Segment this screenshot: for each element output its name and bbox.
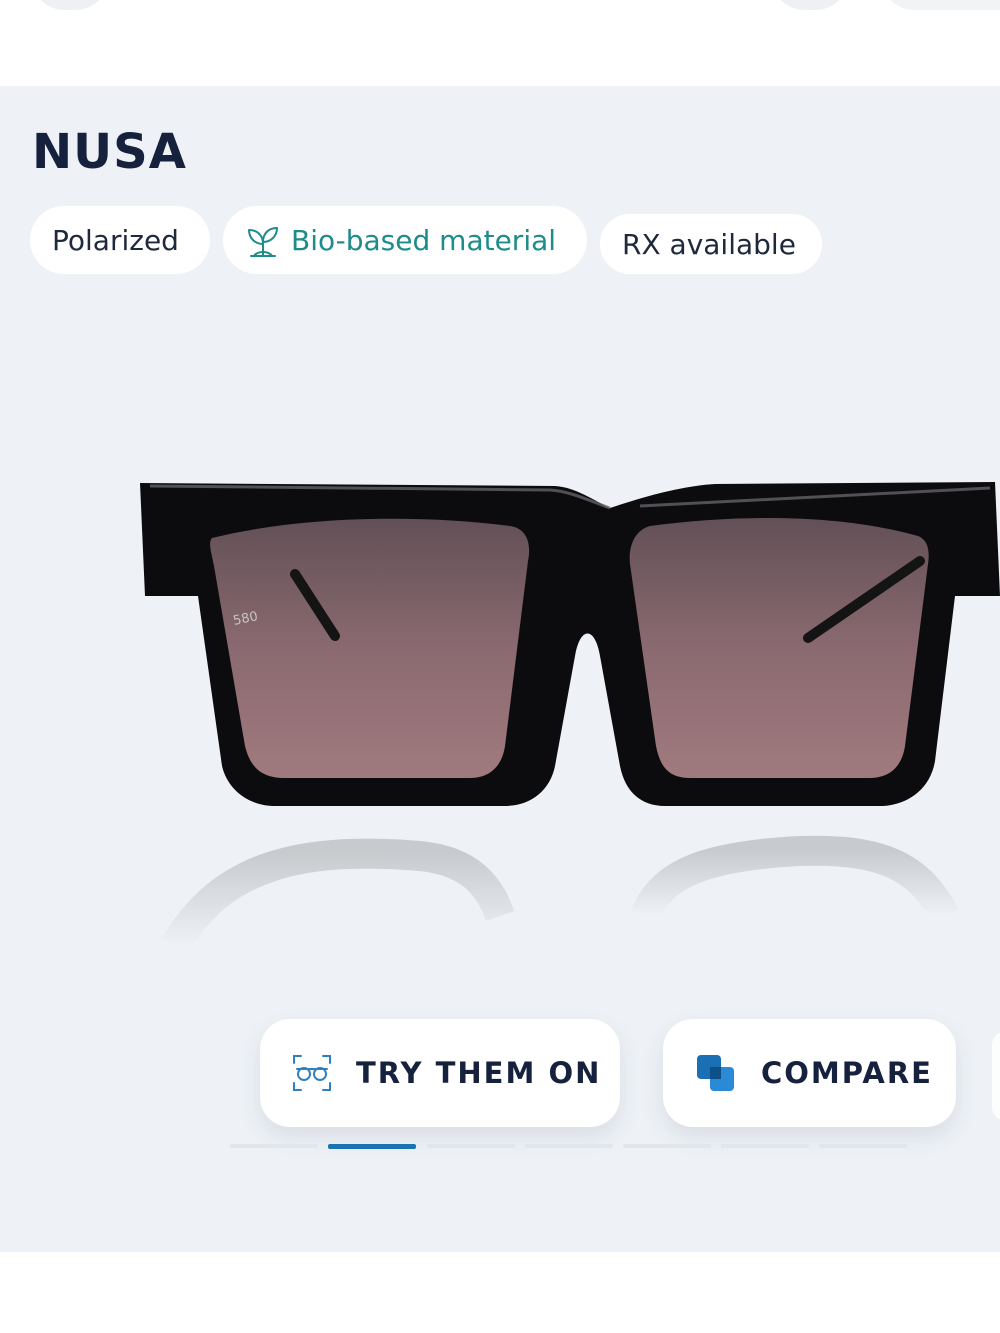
face-glasses-icon (293, 1055, 331, 1091)
leaf-icon (248, 227, 278, 257)
pagination-dot[interactable] (623, 1144, 711, 1148)
feature-chip-label: RX available (622, 227, 796, 261)
pagination-dot[interactable] (230, 1144, 318, 1148)
pagination-dot[interactable] (525, 1144, 613, 1148)
compare-label: COMPARE (761, 1056, 933, 1090)
product-panel: NUSA Polarized Bio-based material RX ava… (0, 86, 1000, 1252)
try-them-on-label: TRY THEM ON (356, 1056, 602, 1090)
pagination-dot[interactable] (721, 1144, 809, 1148)
feature-chip-label: Bio-based material (291, 223, 557, 257)
pagination-dot[interactable] (819, 1144, 907, 1148)
pagination-dot-active[interactable] (328, 1144, 416, 1149)
compare-button[interactable]: COMPARE (663, 1019, 956, 1127)
next-card-peek (992, 1031, 1000, 1121)
feature-chip-label: Polarized (52, 223, 179, 257)
compare-squares-icon (697, 1055, 734, 1091)
back-button[interactable] (30, 0, 110, 10)
bottom-area (0, 1252, 1000, 1333)
favorite-button[interactable] (770, 0, 850, 10)
gallery-pagination (230, 1144, 910, 1150)
product-title: NUSA (32, 124, 187, 180)
top-bar (0, 0, 1000, 86)
pagination-dot[interactable] (427, 1144, 515, 1148)
feature-chip-rx: RX available (600, 214, 822, 274)
product-image: 580 (140, 482, 1000, 954)
try-them-on-button[interactable]: TRY THEM ON (260, 1019, 620, 1127)
feature-chip-polarized: Polarized (30, 206, 210, 274)
share-button[interactable] (880, 0, 1000, 10)
feature-chip-bio-based: Bio-based material (223, 206, 587, 274)
